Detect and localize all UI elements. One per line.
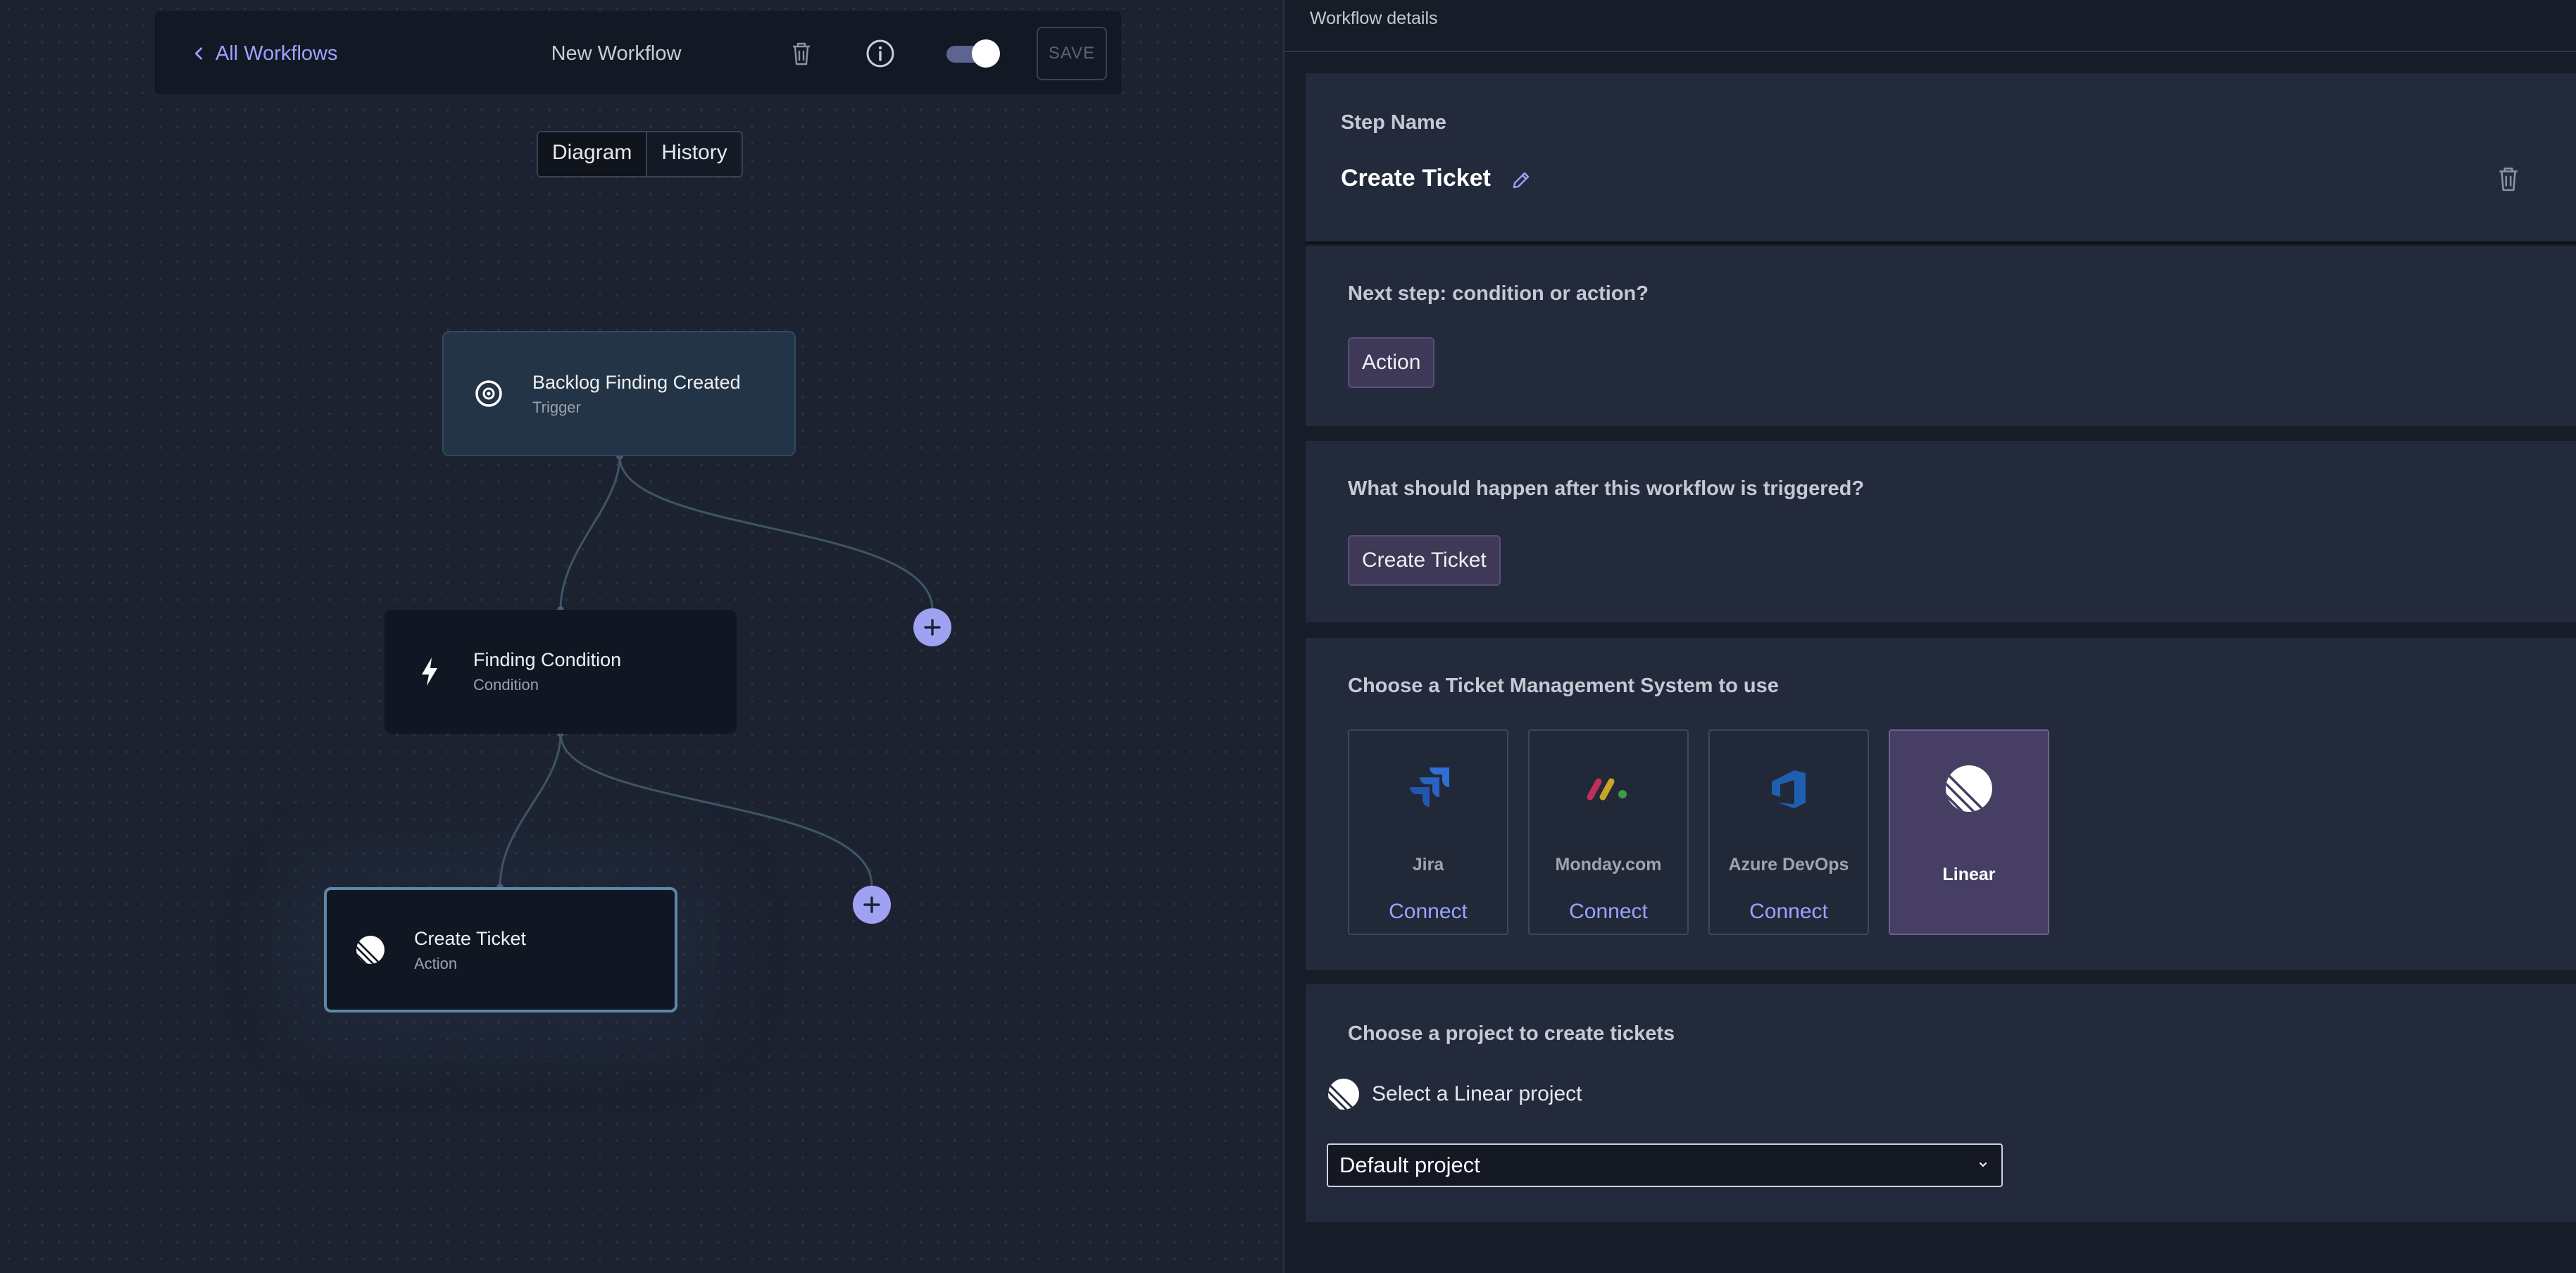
tms-name: Linear bbox=[1942, 865, 1996, 884]
panel-title: Workflow details bbox=[1310, 8, 1438, 28]
add-step-button[interactable] bbox=[853, 886, 891, 924]
tms-option-monday[interactable]: Monday.com Connect bbox=[1528, 729, 1689, 935]
condition-node-title: Finding Condition bbox=[473, 649, 622, 670]
tms-option-azure-devops[interactable]: Azure DevOps Connect bbox=[1708, 729, 1869, 935]
tms-option-linear[interactable]: Linear bbox=[1889, 729, 2049, 935]
project-select[interactable]: Default project bbox=[1327, 1143, 2003, 1187]
trigger-node-title: Backlog Finding Created bbox=[532, 372, 741, 393]
workflow-canvas[interactable]: All Workflows New Workflow SAVE Diagram … bbox=[0, 0, 1283, 1273]
action-node-title: Create Ticket bbox=[414, 928, 527, 949]
tms-option-jira[interactable]: Jira Connect bbox=[1348, 729, 1508, 935]
ticket-system-question: Choose a Ticket Management System to use bbox=[1348, 675, 1779, 697]
project-question: Choose a project to create tickets bbox=[1348, 1022, 1675, 1045]
step-name-card: Step Name Create Ticket bbox=[1306, 73, 2576, 244]
trash-icon bbox=[2499, 167, 2518, 192]
action-node-type: Action bbox=[414, 955, 458, 972]
action-node[interactable]: Create Ticket Action bbox=[324, 887, 677, 1012]
connect-link[interactable]: Connect bbox=[1349, 900, 1507, 924]
workflow-details-panel: Workflow details Step Name Create Ticket… bbox=[1283, 0, 2576, 1273]
project-select-value: Default project bbox=[1339, 1153, 1480, 1177]
lightning-icon bbox=[413, 655, 446, 689]
tms-name: Azure DevOps bbox=[1728, 855, 1849, 874]
tms-name: Jira bbox=[1412, 855, 1444, 874]
connect-link[interactable]: Connect bbox=[1710, 900, 1868, 924]
plus-icon bbox=[863, 896, 880, 913]
panel-header: Workflow details bbox=[1284, 0, 2576, 52]
linear-logo-icon bbox=[1328, 1079, 1359, 1110]
jira-logo-icon bbox=[1400, 760, 1456, 817]
target-icon bbox=[472, 377, 506, 410]
monday-logo-icon bbox=[1580, 760, 1637, 817]
project-hint-label: Select a Linear project bbox=[1372, 1082, 1582, 1105]
edge-condition-to-add bbox=[559, 733, 873, 886]
after-trigger-card: What should happen after this workflow i… bbox=[1306, 441, 2576, 622]
condition-node-type: Condition bbox=[473, 676, 539, 694]
linear-project-hint: Select a Linear project bbox=[1327, 1074, 1582, 1114]
edge-condition-to-action bbox=[496, 730, 564, 891]
linear-logo-icon bbox=[354, 933, 387, 967]
delete-step-button[interactable] bbox=[2491, 162, 2525, 196]
after-trigger-question: What should happen after this workflow i… bbox=[1348, 477, 1865, 500]
step-name-label: Step Name bbox=[1341, 111, 1446, 134]
edge-trigger-to-condition bbox=[557, 453, 623, 613]
condition-node[interactable]: Finding Condition Condition bbox=[384, 610, 737, 734]
add-step-button[interactable] bbox=[913, 608, 951, 646]
connect-link[interactable]: Connect bbox=[1530, 900, 1687, 924]
step-name-value: Create Ticket bbox=[1341, 165, 1491, 192]
chevron-down-icon bbox=[1980, 1162, 1987, 1167]
create-ticket-chip[interactable]: Create Ticket bbox=[1348, 535, 1501, 586]
trigger-node[interactable]: Backlog Finding Created Trigger bbox=[442, 331, 796, 456]
trigger-node-type: Trigger bbox=[532, 399, 581, 416]
next-step-question: Next step: condition or action? bbox=[1348, 282, 1649, 305]
next-step-action-chip[interactable]: Action bbox=[1348, 337, 1435, 388]
edit-step-name-button[interactable] bbox=[1504, 163, 1538, 197]
plus-icon bbox=[924, 619, 941, 636]
next-step-card: Next step: condition or action? Action bbox=[1306, 246, 2576, 426]
azure-devops-logo-icon bbox=[1761, 760, 1817, 817]
linear-logo-icon bbox=[1941, 760, 1997, 817]
pencil-icon bbox=[1513, 172, 1530, 189]
tms-name: Monday.com bbox=[1555, 855, 1662, 874]
edge-trigger-to-add bbox=[618, 456, 934, 610]
